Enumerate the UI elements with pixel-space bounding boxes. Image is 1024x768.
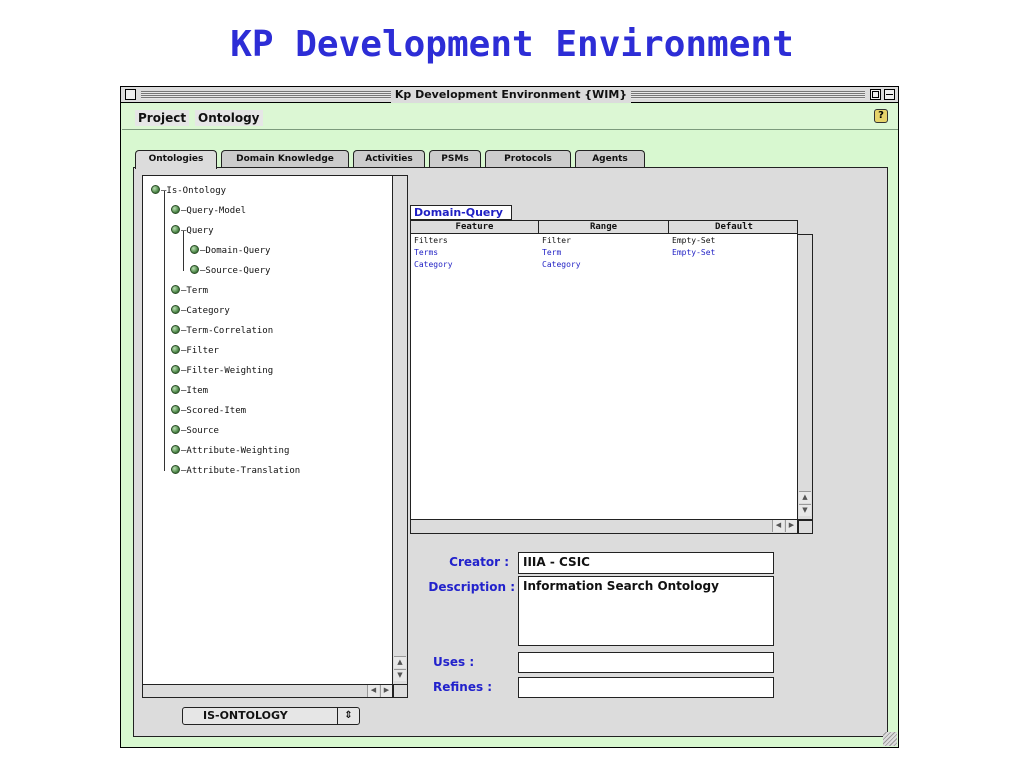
cell-feature: Terms bbox=[414, 248, 439, 257]
window-titlebar[interactable]: Kp Development Environment {WIM} bbox=[121, 87, 898, 103]
cell-default: Empty-Set bbox=[672, 248, 716, 257]
cell-range: Category bbox=[542, 260, 581, 269]
cell-range: Term bbox=[542, 248, 562, 257]
bullet-icon bbox=[171, 305, 180, 314]
resize-handle-icon[interactable] bbox=[883, 732, 897, 746]
creator-label: Creator : bbox=[449, 555, 509, 569]
creator-field[interactable]: IIIA - CSIC bbox=[518, 552, 774, 574]
tab-agents[interactable]: Agents bbox=[575, 150, 645, 168]
scroll-up-icon[interactable]: ▲ bbox=[394, 656, 406, 668]
scroll-down-icon[interactable]: ▼ bbox=[799, 504, 811, 516]
tree-node[interactable]: —Filter-Weighting bbox=[171, 364, 273, 378]
collapse-box-icon[interactable] bbox=[884, 89, 895, 100]
refines-label: Refines : bbox=[433, 680, 493, 694]
slots-table[interactable]: Feature Range Default Filters Filter Emp… bbox=[410, 220, 798, 520]
bullet-icon bbox=[171, 365, 180, 374]
scroll-down-icon[interactable]: ▼ bbox=[394, 669, 406, 681]
tree-horizontal-scrollbar[interactable]: ◀ ▶ bbox=[142, 684, 393, 698]
cell-feature: Category bbox=[414, 260, 453, 269]
tab-ontologies[interactable]: Ontologies bbox=[135, 150, 217, 169]
slide-title: KP Development Environment bbox=[230, 24, 794, 65]
cell-feature: Filters bbox=[414, 236, 448, 245]
bullet-icon bbox=[171, 385, 180, 394]
bullet-icon bbox=[171, 325, 180, 334]
scroll-corner bbox=[798, 520, 813, 534]
bullet-icon bbox=[151, 185, 160, 194]
uses-field[interactable] bbox=[518, 652, 774, 673]
titlebar-stripes-left bbox=[141, 91, 391, 99]
titlebar-stripes-right bbox=[631, 91, 865, 99]
bullet-icon bbox=[171, 405, 180, 414]
tree-node[interactable]: —Item bbox=[171, 384, 208, 398]
table-vertical-scrollbar[interactable]: ▲ ▼ bbox=[798, 234, 813, 520]
table-row[interactable]: Terms Term Empty-Set bbox=[411, 247, 797, 259]
tree-node[interactable]: —Term-Correlation bbox=[171, 324, 273, 338]
bullet-icon bbox=[171, 465, 180, 474]
ontology-select-value: IS-ONTOLOGY bbox=[203, 709, 288, 722]
bullet-icon bbox=[190, 265, 199, 274]
column-header-default[interactable]: Default bbox=[669, 221, 799, 234]
tree-node[interactable]: —Source bbox=[171, 424, 219, 438]
cell-range: Filter bbox=[542, 236, 571, 245]
description-field[interactable]: Information Search Ontology bbox=[518, 576, 774, 646]
zoom-box-icon[interactable] bbox=[870, 89, 881, 100]
tab-protocols[interactable]: Protocols bbox=[485, 150, 571, 168]
tree-node[interactable]: —Category bbox=[171, 304, 230, 318]
description-label: Description : bbox=[428, 580, 515, 594]
tree-node[interactable]: —Term bbox=[171, 284, 208, 298]
tree-node[interactable]: —Domain-Query bbox=[190, 244, 270, 258]
bullet-icon bbox=[190, 245, 199, 254]
bullet-icon bbox=[171, 205, 180, 214]
bullet-icon bbox=[171, 345, 180, 354]
bullet-icon bbox=[171, 425, 180, 434]
close-box-icon[interactable] bbox=[125, 89, 136, 100]
tree-node[interactable]: —Scored-Item bbox=[171, 404, 246, 418]
refines-field[interactable] bbox=[518, 677, 774, 698]
scroll-left-icon[interactable]: ◀ bbox=[367, 685, 379, 697]
tree-node[interactable]: —Is-Ontology bbox=[151, 184, 226, 198]
tree-node[interactable]: —Filter bbox=[171, 344, 219, 358]
table-header: Feature Range Default bbox=[411, 221, 797, 234]
window-title: Kp Development Environment {WIM} bbox=[391, 87, 631, 103]
tree-vertical-scrollbar[interactable]: ▲ ▼ bbox=[393, 175, 408, 685]
cell-default: Empty-Set bbox=[672, 236, 716, 245]
bullet-icon bbox=[171, 225, 180, 234]
up-down-arrows-icon: ⇕ bbox=[337, 708, 359, 724]
tree-connector bbox=[164, 191, 165, 471]
scroll-right-icon[interactable]: ▶ bbox=[785, 520, 797, 532]
frame-name-label: Domain-Query bbox=[410, 205, 512, 220]
column-header-range[interactable]: Range bbox=[539, 221, 669, 234]
table-row[interactable]: Category Category bbox=[411, 259, 797, 271]
bullet-icon bbox=[171, 285, 180, 294]
tree-node[interactable]: —Query-Model bbox=[171, 204, 246, 218]
ontology-select[interactable]: IS-ONTOLOGY ⇕ bbox=[182, 707, 360, 725]
tree-node[interactable]: —Attribute-Translation bbox=[171, 464, 300, 478]
app-window: Kp Development Environment {WIM} Project… bbox=[120, 86, 899, 748]
uses-label: Uses : bbox=[433, 655, 475, 669]
table-horizontal-scrollbar[interactable]: ◀ ▶ bbox=[410, 520, 798, 534]
column-header-feature[interactable]: Feature bbox=[411, 221, 539, 234]
tree-node[interactable]: —Source-Query bbox=[190, 264, 270, 278]
scroll-corner bbox=[393, 684, 408, 698]
help-icon[interactable]: ? bbox=[874, 109, 888, 123]
tab-psms[interactable]: PSMs bbox=[429, 150, 481, 168]
ontology-tree[interactable]: —Is-Ontology —Query-Model —Query —Domain… bbox=[142, 175, 393, 685]
menubar: Project Ontology ? bbox=[122, 104, 898, 130]
tree-node[interactable]: —Attribute-Weighting bbox=[171, 444, 289, 458]
tree-node[interactable]: —Query bbox=[171, 224, 214, 238]
bullet-icon bbox=[171, 445, 180, 454]
tab-activities[interactable]: Activities bbox=[353, 150, 425, 168]
tab-domain-knowledge[interactable]: Domain Knowledge bbox=[221, 150, 349, 168]
scroll-right-icon[interactable]: ▶ bbox=[380, 685, 392, 697]
scroll-up-icon[interactable]: ▲ bbox=[799, 491, 811, 503]
scroll-left-icon[interactable]: ◀ bbox=[772, 520, 784, 532]
menu-project[interactable]: Project bbox=[135, 110, 190, 126]
menu-ontology[interactable]: Ontology bbox=[195, 110, 263, 126]
table-row[interactable]: Filters Filter Empty-Set bbox=[411, 235, 797, 247]
